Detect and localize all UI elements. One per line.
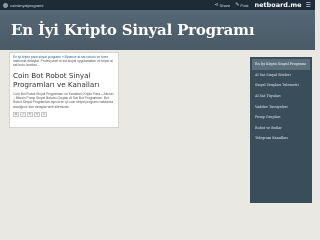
- board-header: En İyi Kripto Sinyal Programı: [0, 10, 315, 50]
- avatar: [3, 2, 8, 8]
- excerpt-text: hakkında detaylar. Profesyonel al sat si…: [13, 59, 113, 68]
- user-profile-link[interactable]: coinsinyalprogrami: [3, 2, 44, 8]
- post-body: Coin Bot Robot Sinyal Programları ve Kan…: [13, 92, 114, 109]
- edit-icon[interactable]: ✎: [27, 111, 33, 117]
- post-actions: ⧉ ⤢ ✎ ✕ ⋖: [13, 111, 115, 117]
- sidebar-item-al-sat-tuyolari[interactable]: Al Sat Tüyoları: [252, 91, 310, 102]
- post-title: Coin Bot Robot Sinyal Programları ve Kan…: [13, 71, 100, 90]
- sidebar: En İyi Kripto Sinyal Programı Al Sat Sin…: [250, 57, 312, 203]
- post-card: En iyi kripto para sinyal programı » Bin…: [9, 52, 119, 128]
- top-bar-right: ⋖ Share ✎ Post netboard.me ☰: [214, 1, 315, 9]
- sidebar-item-sinyal-gruplari[interactable]: Sinyal Grupları Telemetri: [252, 80, 310, 91]
- post-button[interactable]: ✎ Post: [235, 2, 248, 8]
- sidebar-item-telegram[interactable]: Telegram Kanalları: [252, 133, 310, 144]
- copy-icon[interactable]: ⧉: [13, 111, 19, 117]
- share-button[interactable]: ⋖ Share: [214, 2, 230, 8]
- share-icon[interactable]: ⋖: [41, 111, 47, 117]
- sidebar-item-en-iyi-kripto[interactable]: En İyi Kripto Sinyal Programı: [252, 59, 310, 70]
- top-bar: coinsinyalprogrami ⋖ Share ✎ Post netboa…: [0, 0, 315, 10]
- brand-logo[interactable]: netboard.me: [254, 1, 301, 9]
- post-excerpt: En iyi kripto para sinyal programı » Bin…: [13, 55, 115, 67]
- sidebar-item-vadeler[interactable]: Vadeler Tavsiyeleri: [252, 101, 310, 112]
- expand-icon[interactable]: ⤢: [20, 111, 26, 117]
- pencil-icon: ✎: [235, 2, 240, 8]
- page-title: En İyi Kripto Sinyal Programı: [11, 21, 255, 39]
- delete-icon[interactable]: ✕: [34, 111, 40, 117]
- sidebar-item-pump-gruplari[interactable]: Pump Grupları: [252, 112, 310, 123]
- username: coinsinyalprogrami: [10, 2, 44, 8]
- post-label: Post: [240, 2, 249, 8]
- sidebar-item-robot-botlar[interactable]: Robot ve Botlar: [252, 123, 310, 134]
- main-content: En iyi kripto para sinyal programı » Bin…: [9, 52, 247, 202]
- share-label: Share: [219, 2, 231, 8]
- share-icon: ⋖: [214, 2, 219, 8]
- hamburger-icon[interactable]: ☰: [306, 2, 311, 9]
- sidebar-item-al-sat-sinyal[interactable]: Al Sat Sinyal Siteleri: [252, 70, 310, 81]
